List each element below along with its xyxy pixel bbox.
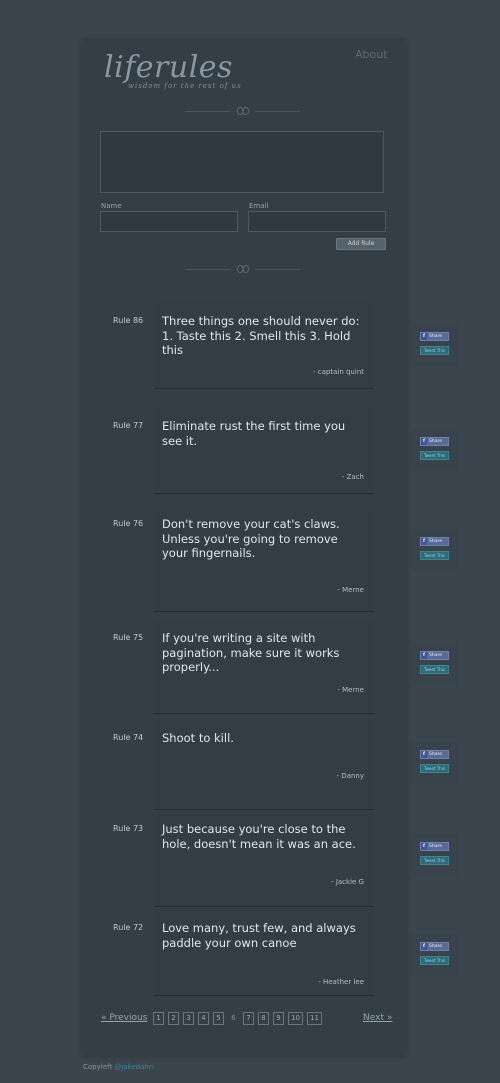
rule-number[interactable]: Rule 86 [113,316,143,325]
rule-item: Rule 75 If you're writing a site with pa… [82,619,406,719]
page-link[interactable]: 8 [258,1012,269,1025]
share-box: f Share Tweet This [410,324,458,366]
rule-text: Love many, trust few, and always paddle … [162,921,356,950]
rule-author: - captain quint [313,368,364,376]
rule-item: Rule 74 Shoot to kill. - Danny [82,719,406,815]
share-label: Share [429,844,442,849]
site-tagline: wisdom for the rest of us [128,82,242,90]
current-page: 6 [231,1014,236,1022]
name-label: Name [101,202,122,210]
rule-author: - Heather lee [318,978,364,986]
knot-ornament-icon [236,264,250,274]
rule-number[interactable]: Rule 73 [113,824,143,833]
rule-number[interactable]: Rule 77 [113,421,143,430]
ornament-divider [185,106,300,116]
tweet-this-button[interactable]: Tweet This [420,956,449,965]
facebook-share-button[interactable]: f Share [420,942,449,951]
share-box: f Share Tweet This [410,643,458,685]
share-box: f Share Tweet This [410,934,458,976]
page-link[interactable]: 1 [153,1012,164,1025]
email-input[interactable] [248,211,386,232]
share-label: Share [429,653,442,658]
facebook-icon: f [421,333,427,340]
rule-number[interactable]: Rule 72 [113,923,143,932]
rule-author: - Danny [336,772,364,780]
footer: Copyleft @jakedahn [83,1063,153,1071]
rule-textarea[interactable] [100,131,384,193]
page-link[interactable]: 7 [243,1012,254,1025]
rule-text: Just because you're close to the hole, d… [162,822,356,851]
facebook-icon: f [421,438,427,445]
rule-text: Shoot to kill. [162,731,234,745]
rule-text: If you're writing a site with pagination… [162,631,340,674]
name-input[interactable] [100,211,238,232]
page-link[interactable]: 3 [183,1012,194,1025]
rule-text: Eliminate rust the first time you see it… [162,419,346,448]
site-logo[interactable]: liferules [104,50,233,85]
page-link[interactable]: 10 [288,1012,303,1025]
page-link[interactable]: 5 [213,1012,224,1025]
facebook-icon: f [421,652,427,659]
tweet-this-button[interactable]: Tweet This [420,451,449,460]
rule-number[interactable]: Rule 76 [113,519,143,528]
rule-item: Rule 73 Just because you're close to the… [82,810,406,912]
rule-author: - Jackie G [331,878,364,886]
rule-item: Rule 86 Three things one should never do… [82,302,406,398]
author-handle-link[interactable]: @jakedahn [114,1063,153,1071]
page-link[interactable]: 2 [168,1012,179,1025]
facebook-share-button[interactable]: f Share [420,651,449,660]
email-label: Email [249,202,269,210]
share-box: f Share Tweet This [410,529,458,571]
rule-number[interactable]: Rule 75 [113,633,143,642]
facebook-share-button[interactable]: f Share [420,332,449,341]
share-box: f Share Tweet This [410,834,458,876]
ornament-divider [185,264,300,274]
tweet-this-button[interactable]: Tweet This [420,665,449,674]
footer-text: Copyleft [83,1063,113,1071]
previous-page-link[interactable]: « Previous [101,1013,147,1023]
rule-number[interactable]: Rule 74 [113,733,143,742]
facebook-share-button[interactable]: f Share [420,842,449,851]
about-link[interactable]: About [355,48,388,61]
share-label: Share [429,439,442,444]
rule-text: Don't remove your cat's claws. Unless yo… [162,517,340,560]
tweet-this-button[interactable]: Tweet This [420,764,449,773]
knot-ornament-icon [236,106,250,116]
share-label: Share [429,752,442,757]
share-box: f Share Tweet This [410,429,458,471]
share-label: Share [429,944,442,949]
page-link[interactable]: 11 [307,1012,322,1025]
share-label: Share [429,539,442,544]
facebook-icon: f [421,943,427,950]
facebook-icon: f [421,538,427,545]
rule-author: - Zach [341,473,364,481]
facebook-icon: f [421,751,427,758]
facebook-icon: f [421,843,427,850]
next-page-link[interactable]: Next » [363,1013,392,1023]
facebook-share-button[interactable]: f Share [420,437,449,446]
rule-item: Rule 77 Eliminate rust the first time yo… [82,407,406,503]
rule-author: - Merne [337,586,364,594]
rule-author: - Merne [337,686,364,694]
rule-text: Three things one should never do: 1. Tas… [162,314,360,357]
rule-item: Rule 72 Love many, trust few, and always… [82,909,406,1001]
tweet-this-button[interactable]: Tweet This [420,346,449,355]
facebook-share-button[interactable]: f Share [420,750,449,759]
tweet-this-button[interactable]: Tweet This [420,551,449,560]
page-link[interactable]: 9 [273,1012,284,1025]
share-label: Share [429,334,442,339]
add-rule-button[interactable]: Add Rule [336,238,386,250]
tweet-this-button[interactable]: Tweet This [420,856,449,865]
page-link[interactable]: 4 [198,1012,209,1025]
share-box: f Share Tweet This [410,742,458,784]
rule-item: Rule 76 Don't remove your cat's claws. U… [82,505,406,617]
facebook-share-button[interactable]: f Share [420,537,449,546]
